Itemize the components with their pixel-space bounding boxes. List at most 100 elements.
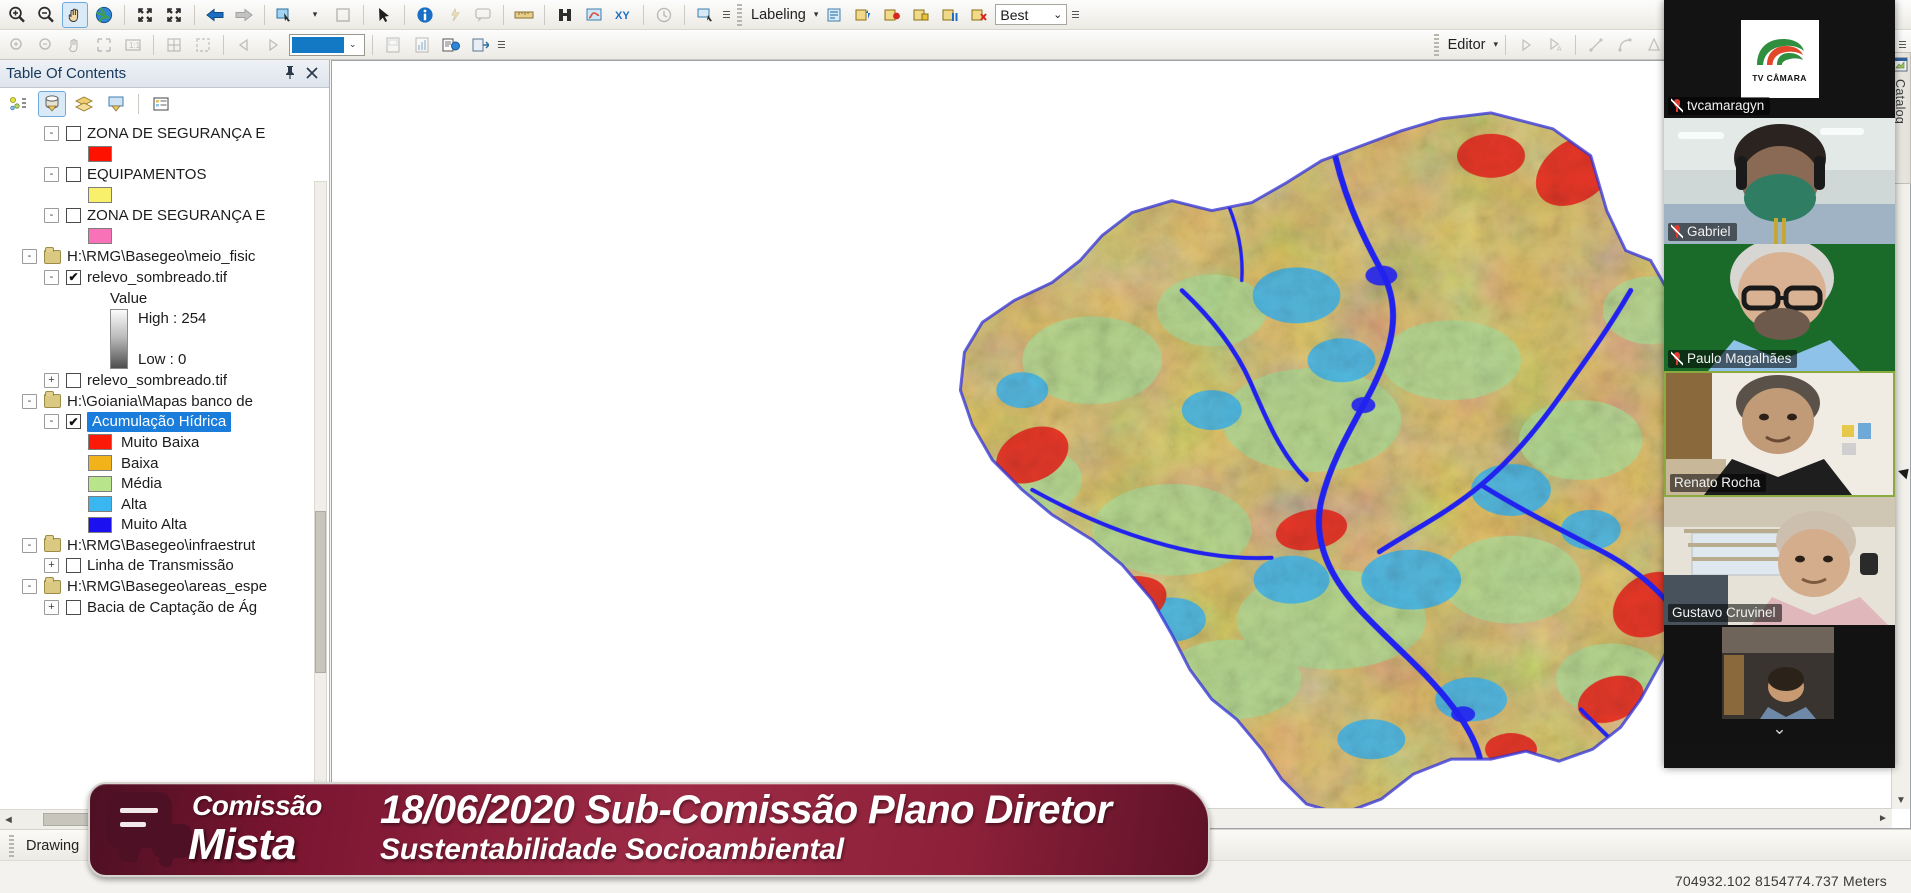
close-icon[interactable] — [301, 66, 323, 82]
scale-1to1-icon[interactable]: 1:1 — [120, 32, 146, 58]
toc-item-label[interactable]: relevo_sombreado.tif — [87, 372, 227, 389]
labeling-overflow-icon[interactable] — [1070, 3, 1080, 27]
layer-visibility-checkbox[interactable]: ✔ — [66, 414, 81, 430]
globe-full-extent-icon[interactable] — [91, 2, 117, 28]
toc-scroll-track[interactable] — [314, 181, 327, 799]
expand-icon[interactable]: + — [44, 373, 59, 389]
measure-icon[interactable] — [511, 2, 537, 28]
toc-layer-item[interactable]: + Linha de Transmissão — [0, 556, 329, 577]
legend-swatch[interactable] — [88, 434, 112, 451]
grid-icon[interactable] — [161, 32, 187, 58]
legend-swatch[interactable] — [88, 455, 112, 472]
toc-layer-item[interactable]: - ✔ Acumulação Hídrica — [0, 411, 329, 433]
video-tile-renato-rocha[interactable]: Renato Rocha — [1664, 371, 1895, 497]
toc-folder-item[interactable]: - H:\RMG\Basegeo\areas_espe — [0, 576, 329, 597]
chevron-down-icon[interactable]: ⌄ — [1053, 8, 1062, 21]
collapse-icon[interactable]: - — [44, 125, 59, 141]
labeling-menu[interactable]: Labeling — [748, 7, 809, 23]
video-conference-panel[interactable]: TV CÂMARA tvcamaragyn Gabriel Paulo Maga… — [1664, 0, 1895, 768]
editor-caret-icon[interactable]: ▾ — [1493, 39, 1498, 50]
toc-layer-item[interactable]: + relevo_sombreado.tif — [0, 370, 329, 391]
legend-swatch[interactable] — [88, 516, 112, 533]
video-tile-self-view[interactable]: ⌄ — [1664, 625, 1895, 745]
toc-item-label[interactable]: EQUIPAMENTOS — [87, 166, 206, 183]
toc-folder-item[interactable]: - H:\Goiania\Mapas banco de — [0, 391, 329, 412]
fixed-zoom-in-icon[interactable] — [132, 2, 158, 28]
labeling-caret-icon[interactable]: ▾ — [814, 9, 819, 20]
toc-item-label[interactable]: H:\Goiania\Mapas banco de — [67, 393, 253, 410]
fixed-zoom-out-icon[interactable] — [161, 2, 187, 28]
go-to-xy-icon[interactable]: XY — [610, 2, 636, 28]
legend-item[interactable]: Alta — [0, 494, 329, 515]
select-features-icon[interactable] — [272, 2, 298, 28]
zoom-out-data-icon[interactable] — [33, 32, 59, 58]
collapse-icon[interactable]: - — [22, 537, 37, 553]
layer-visibility-checkbox[interactable] — [66, 208, 81, 224]
edit-annotation-icon[interactable]: A — [1542, 32, 1568, 58]
legend-swatch[interactable] — [88, 475, 112, 492]
drawing-menu[interactable]: Drawing — [23, 838, 82, 854]
edit-tool-icon[interactable] — [1513, 32, 1539, 58]
toc-tree-body[interactable]: - ZONA DE SEGURANÇA E - EQUIPAMENTOS - ZONA D… — [0, 119, 329, 829]
pan-data-icon[interactable] — [62, 32, 88, 58]
select-elements-icon[interactable] — [371, 2, 397, 28]
scroll-right-icon[interactable]: ► — [1874, 813, 1892, 824]
select-features-dropdown-icon[interactable]: ▾ — [301, 2, 327, 28]
report-icon[interactable] — [438, 32, 464, 58]
legend-item[interactable]: Muito Alta — [0, 515, 329, 536]
list-by-drawing-order-icon[interactable] — [6, 91, 34, 117]
clear-selection-icon[interactable] — [330, 2, 356, 28]
collapse-icon[interactable]: - — [44, 208, 59, 224]
color-swatch[interactable]: ⌄ — [289, 33, 365, 56]
expand-icon[interactable]: + — [44, 599, 59, 615]
extent-icon[interactable] — [190, 32, 216, 58]
label-weight-icon[interactable] — [879, 2, 905, 28]
find-route-icon[interactable] — [581, 2, 607, 28]
toc-item-label[interactable]: Acumulação Hídrica — [87, 411, 232, 432]
video-tile-gabriel[interactable]: Gabriel — [1664, 118, 1895, 244]
collapse-icon[interactable]: - — [44, 414, 59, 430]
lock-labels-icon[interactable] — [908, 2, 934, 28]
toc-layer-item[interactable]: - ZONA DE SEGURANÇA E — [0, 123, 329, 144]
zoom-out-icon[interactable] — [33, 2, 59, 28]
toc-item-label[interactable]: ZONA DE SEGURANÇA E — [87, 207, 265, 224]
toc-item-label[interactable]: Linha de Transmissão — [87, 557, 234, 574]
toc-item-label[interactable]: H:\RMG\Basegeo\meio_fisic — [67, 248, 255, 265]
toc-item-label[interactable]: Bacia de Captação de Ág — [87, 599, 257, 616]
layer-symbol-swatch[interactable] — [0, 144, 329, 165]
layer-visibility-checkbox[interactable] — [66, 599, 81, 615]
layer-visibility-checkbox[interactable]: ✔ — [66, 269, 81, 285]
toc-layer-item[interactable]: + Bacia de Captação de Ág — [0, 597, 329, 618]
next-extent-icon[interactable] — [260, 32, 286, 58]
toolbar-grip[interactable] — [737, 3, 742, 26]
label-priority-icon[interactable] — [850, 2, 876, 28]
label-manager-icon[interactable] — [821, 2, 847, 28]
go-next-extent-icon[interactable] — [231, 2, 257, 28]
create-viewer-window-icon[interactable] — [692, 2, 718, 28]
delete-labels-icon[interactable] — [966, 2, 992, 28]
hyperlink-icon[interactable] — [441, 2, 467, 28]
layer-visibility-checkbox[interactable] — [66, 125, 81, 141]
page-layout-icon[interactable] — [380, 32, 406, 58]
scroll-left-icon[interactable]: ◄ — [0, 814, 17, 826]
find-icon[interactable] — [552, 2, 578, 28]
chevron-down-icon[interactable]: ⌄ — [344, 39, 362, 50]
editor-menu[interactable]: Editor — [1445, 37, 1489, 53]
toc-item-label[interactable]: H:\RMG\Basegeo\areas_espe — [67, 578, 267, 595]
toc-layer-item[interactable]: - EQUIPAMENTOS — [0, 164, 329, 185]
previous-extent-icon[interactable] — [231, 32, 257, 58]
time-slider-icon[interactable] — [651, 2, 677, 28]
label-engine-combo[interactable]: Best ⌄ — [995, 4, 1068, 25]
layer-visibility-checkbox[interactable] — [66, 166, 81, 182]
options-icon[interactable] — [147, 91, 175, 117]
symbol-swatch[interactable] — [88, 145, 112, 162]
identify-icon[interactable] — [412, 2, 438, 28]
zoom-in-icon[interactable] — [4, 2, 30, 28]
full-extent-data-icon[interactable] — [91, 32, 117, 58]
list-by-source-icon[interactable] — [38, 90, 66, 117]
layer-visibility-checkbox[interactable] — [66, 373, 81, 389]
go-back-extent-icon[interactable] — [202, 2, 228, 28]
layer-visibility-checkbox[interactable] — [66, 558, 81, 574]
toc-tree[interactable]: - ZONA DE SEGURANÇA E - EQUIPAMENTOS - ZONA D… — [0, 119, 329, 617]
scroll-down-icon[interactable]: ▼ — [1892, 792, 1910, 809]
